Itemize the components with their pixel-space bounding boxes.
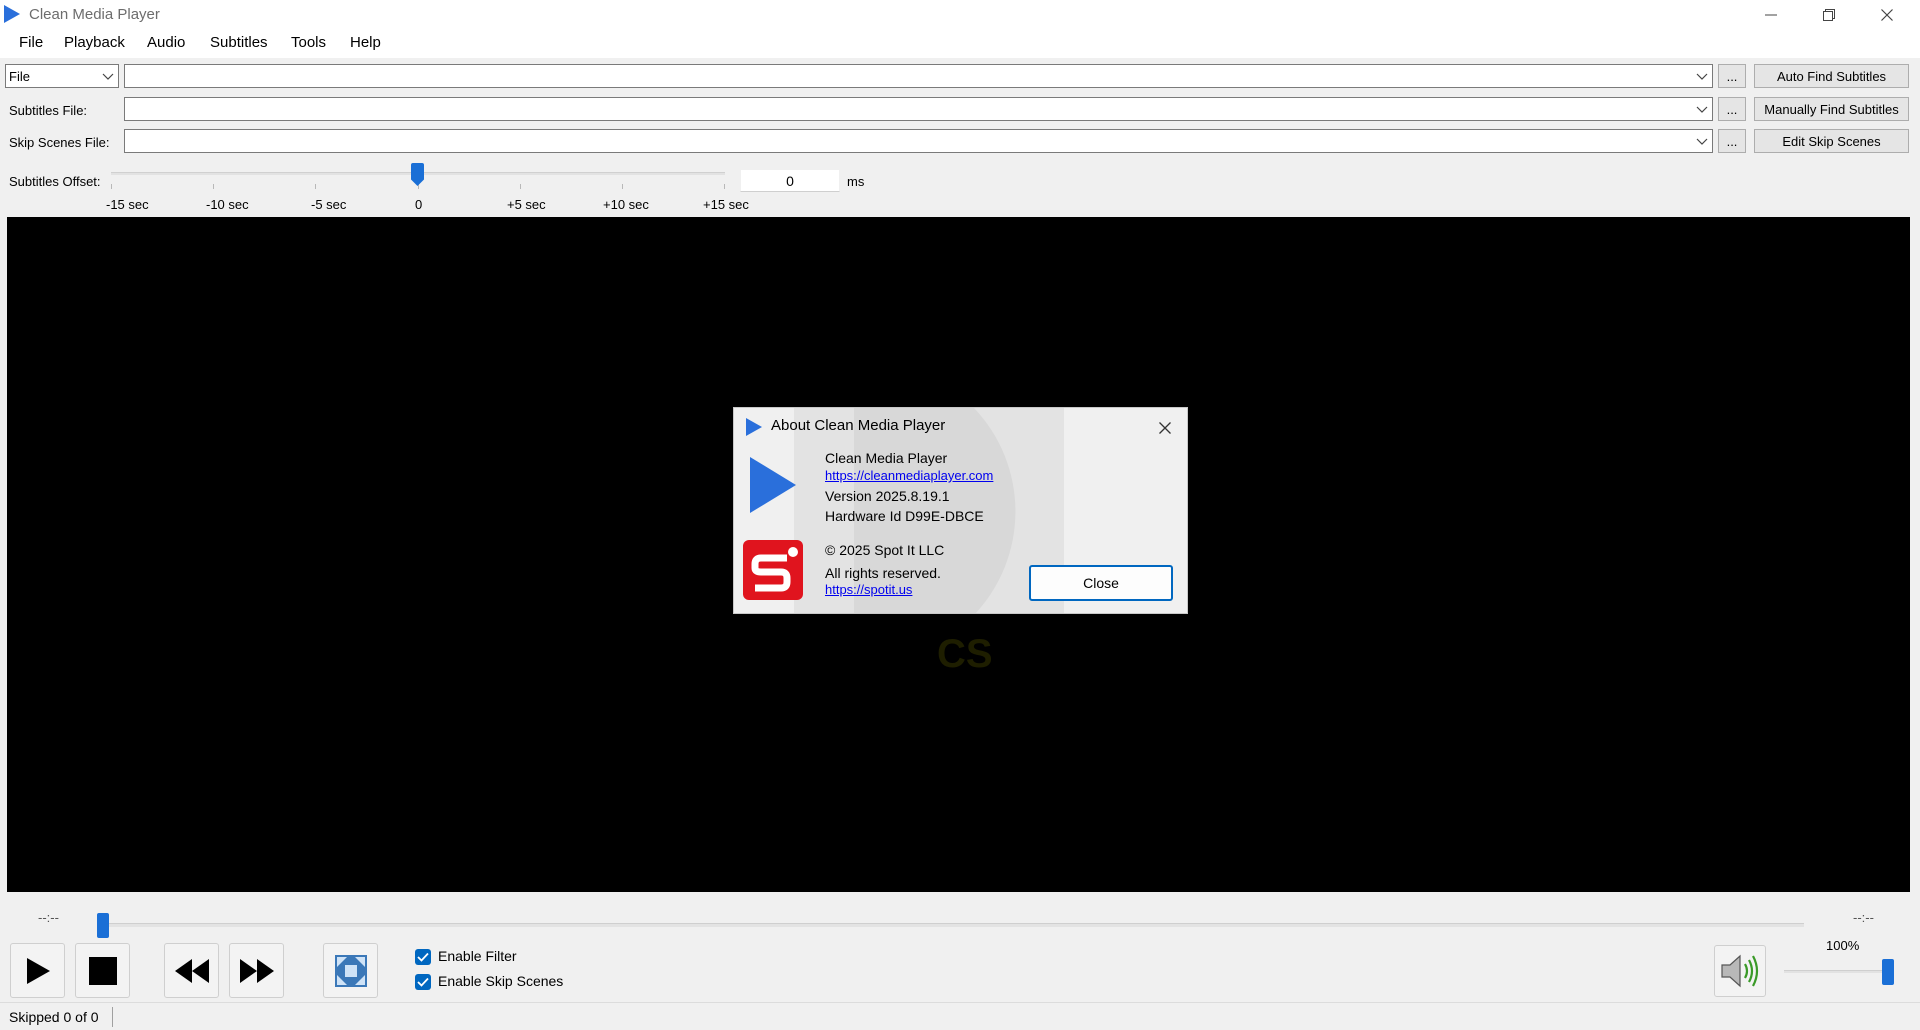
- minimize-button[interactable]: [1742, 0, 1800, 29]
- restore-button[interactable]: [1800, 0, 1858, 29]
- enable-filter-checkbox[interactable]: [415, 949, 431, 965]
- stop-icon: [88, 956, 117, 985]
- mute-button[interactable]: [1714, 945, 1766, 997]
- seek-slider[interactable]: [98, 923, 1804, 927]
- chevron-down-icon: [1696, 138, 1708, 145]
- about-company-url-link[interactable]: https://spotit.us: [825, 582, 912, 597]
- offset-tick: [724, 184, 725, 189]
- auto-find-subtitles-button[interactable]: Auto Find Subtitles: [1754, 64, 1909, 88]
- skip-scenes-file-label: Skip Scenes File:: [9, 135, 110, 150]
- subtitles-file-input[interactable]: [124, 97, 1713, 121]
- enable-skip-scenes-label: Enable Skip Scenes: [438, 973, 564, 989]
- offset-tick: [111, 184, 112, 189]
- menu-audio[interactable]: Audio: [147, 34, 185, 51]
- fullscreen-icon: [334, 954, 367, 987]
- spotit-logo-icon: [743, 540, 803, 600]
- skipped-status: Skipped 0 of 0: [9, 1009, 99, 1025]
- chevron-down-icon: [1696, 106, 1708, 113]
- skip-scenes-file-input[interactable]: [124, 129, 1713, 153]
- source-type-select[interactable]: File: [5, 64, 119, 88]
- offset-tick: [622, 184, 623, 189]
- about-app-name: Clean Media Player: [825, 450, 948, 466]
- source-browse-button[interactable]: ...: [1718, 64, 1746, 88]
- edit-skip-scenes-button[interactable]: Edit Skip Scenes: [1754, 129, 1909, 153]
- menu-subtitles[interactable]: Subtitles: [210, 34, 268, 51]
- restore-icon: [1823, 8, 1835, 21]
- status-bar: Skipped 0 of 0: [0, 1002, 1920, 1030]
- skip-scenes-browse-button[interactable]: ...: [1718, 129, 1746, 153]
- about-dialog-title: About Clean Media Player: [771, 417, 946, 434]
- offset-tick: [213, 184, 214, 189]
- total-time: --:--: [1853, 910, 1874, 925]
- subtitles-browse-button[interactable]: ...: [1718, 97, 1746, 121]
- offset-tick-label: 0: [415, 197, 423, 212]
- offset-tick-label: -15 sec: [106, 197, 149, 212]
- app-logo-icon: [746, 418, 762, 436]
- offset-tick: [520, 184, 521, 189]
- checkmark-icon: [417, 977, 429, 987]
- source-type-value: File: [9, 69, 30, 84]
- volume-thumb[interactable]: [1882, 959, 1894, 985]
- about-copyright: © 2025 Spot It LLC: [825, 542, 945, 558]
- menu-playback[interactable]: Playback: [64, 34, 125, 51]
- about-close-button[interactable]: Close: [1029, 565, 1173, 601]
- window-close-button[interactable]: [1858, 0, 1916, 29]
- about-app-url-link[interactable]: https://cleanmediaplayer.com: [825, 468, 993, 483]
- subtitles-file-label: Subtitles File:: [9, 103, 88, 118]
- offset-tick-label: +15 sec: [703, 197, 749, 212]
- subtitles-offset-label: Subtitles Offset:: [9, 174, 101, 189]
- volume-slider[interactable]: [1784, 970, 1892, 973]
- app-large-logo-icon: [750, 457, 796, 513]
- fast-forward-icon: [239, 958, 274, 983]
- source-path-input[interactable]: [124, 64, 1713, 88]
- fullscreen-button[interactable]: [323, 943, 378, 998]
- manually-find-subtitles-button[interactable]: Manually Find Subtitles: [1754, 97, 1909, 121]
- status-separator: [112, 1007, 113, 1027]
- play-icon: [26, 957, 50, 984]
- video-watermark: CS: [937, 632, 993, 676]
- chevron-down-icon: [102, 73, 114, 80]
- offset-tick-label: -5 sec: [311, 197, 347, 212]
- menu-help[interactable]: Help: [350, 34, 381, 51]
- app-logo-icon: [4, 5, 20, 23]
- offset-tick: [315, 184, 316, 189]
- play-button[interactable]: [10, 943, 65, 998]
- enable-filter-label: Enable Filter: [438, 948, 517, 964]
- current-time: --:--: [38, 910, 59, 925]
- offset-tick-label: -10 sec: [206, 197, 249, 212]
- volume-percent: 100%: [1826, 938, 1860, 953]
- chevron-down-icon: [1696, 73, 1708, 80]
- stop-button[interactable]: [75, 943, 130, 998]
- minimize-icon: [1765, 14, 1777, 15]
- offset-tick-label: +5 sec: [507, 197, 546, 212]
- rewind-icon: [174, 958, 209, 983]
- fast-forward-button[interactable]: [229, 943, 284, 998]
- rewind-button[interactable]: [164, 943, 219, 998]
- subtitles-offset-input[interactable]: 0: [740, 169, 840, 192]
- offset-tick-label: +10 sec: [603, 197, 649, 212]
- menu-bar: File Playback Audio Subtitles Tools Help: [0, 29, 1920, 58]
- close-icon: [1159, 422, 1171, 434]
- about-dialog: About Clean Media Player Clean Media Pla…: [733, 407, 1188, 614]
- checkmark-icon: [417, 952, 429, 962]
- enable-skip-scenes-checkbox[interactable]: [415, 974, 431, 990]
- about-version: Version 2025.8.19.1: [825, 488, 950, 504]
- seek-thumb[interactable]: [97, 913, 109, 938]
- close-icon: [1881, 8, 1893, 21]
- about-hardware-id: Hardware Id D99E-DBCE: [825, 508, 984, 524]
- menu-tools[interactable]: Tools: [291, 34, 326, 51]
- speaker-icon: [1721, 954, 1759, 988]
- menu-file[interactable]: File: [19, 34, 43, 51]
- about-dialog-close-x[interactable]: [1152, 416, 1178, 440]
- subtitles-offset-thumb[interactable]: [411, 163, 424, 186]
- window-title: Clean Media Player: [29, 6, 160, 23]
- title-bar: Clean Media Player: [0, 0, 1920, 29]
- offset-unit-label: ms: [847, 174, 865, 189]
- about-rights: All rights reserved.: [825, 565, 941, 581]
